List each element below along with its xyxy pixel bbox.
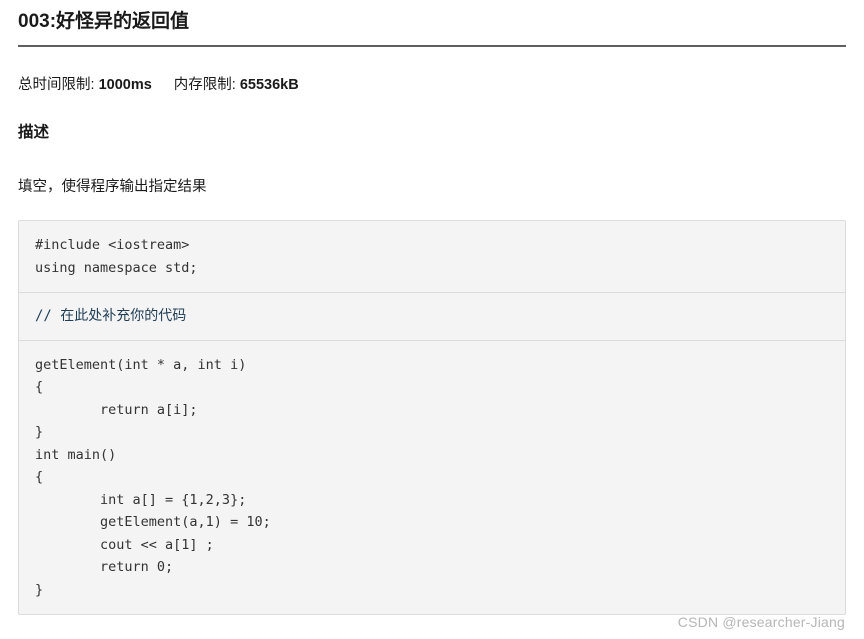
description-text: 填空，使得程序输出指定结果 xyxy=(18,179,207,195)
description-heading: 描述 xyxy=(18,124,50,141)
csdn-watermark: CSDN @researcher-Jiang xyxy=(677,614,845,630)
time-limit-label: 总时间限制: xyxy=(18,77,95,93)
memory-limit-label: 内存限制: xyxy=(173,77,236,93)
page-title: 003:好怪异的返回值 xyxy=(18,11,190,32)
code-block-fill-in-comment: // 在此处补充你的代码 xyxy=(19,292,845,340)
memory-limit-value: 65536kB xyxy=(239,77,299,93)
title-divider xyxy=(18,45,846,47)
problem-limits: 总时间限制: 1000ms 内存限制: 65536kB xyxy=(18,75,846,95)
code-block-main: getElement(int * a, int i) { return a[i]… xyxy=(19,339,845,614)
code-sample-container: #include <iostream> using namespace std;… xyxy=(18,220,846,615)
problem-page: 003:好怪异的返回值 总时间限制: 1000ms 内存限制: 65536kB 描… xyxy=(0,0,864,615)
code-block-header: #include <iostream> using namespace std; xyxy=(19,221,845,292)
time-limit-value: 1000ms xyxy=(98,77,152,93)
